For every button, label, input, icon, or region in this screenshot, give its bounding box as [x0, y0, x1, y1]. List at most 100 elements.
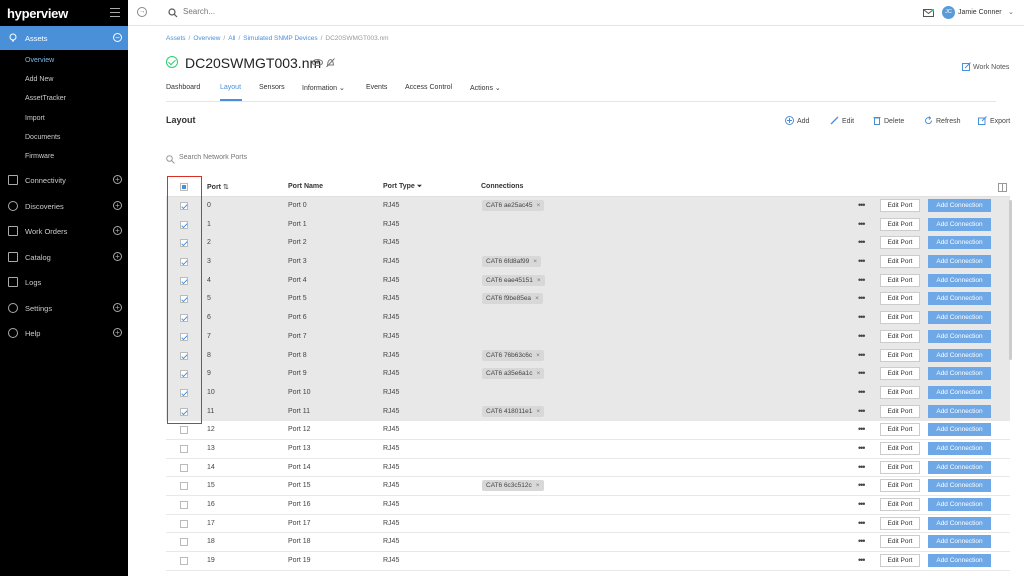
edit-port-button[interactable]: Edit Port — [880, 516, 920, 530]
table-row[interactable]: 4 Port 4 RJ45 CAT6 eae45151 × ••• Edit Port Add… — [166, 271, 1010, 291]
sidebar-subitem-import[interactable]: Import — [25, 115, 45, 122]
more-options-icon[interactable]: ••• — [858, 293, 866, 303]
table-row[interactable]: 15 Port 15 RJ45 CAT6 6c3c512c × ••• Edit Port A… — [166, 477, 1010, 496]
connection-tag[interactable]: CAT6 f9be85ea × — [482, 293, 543, 305]
more-options-icon[interactable]: ••• — [858, 387, 866, 397]
connection-tag[interactable]: CAT6 ae25ac45 × — [482, 200, 545, 211]
more-options-icon[interactable]: ••• — [858, 200, 866, 210]
collapse-icon[interactable]: − — [113, 33, 122, 42]
table-row[interactable]: 13 Port 13 RJ45 ••• Edit Port Add Connection — [166, 440, 1010, 459]
more-options-icon[interactable]: ••• — [858, 256, 866, 266]
tab-dashboard[interactable]: Dashboard — [166, 84, 200, 91]
connection-tag[interactable]: CAT6 a35e6a1c × — [482, 368, 545, 380]
sidebar-subitem-add-new[interactable]: Add New — [25, 76, 53, 83]
table-row[interactable]: 14 Port 14 RJ45 ••• Edit Port Add Connection — [166, 459, 1010, 478]
more-options-icon[interactable]: ••• — [858, 424, 866, 434]
column-header-port[interactable]: Port ⇅ — [207, 183, 229, 191]
breadcrumb-item[interactable]: All — [228, 35, 235, 42]
more-options-icon[interactable]: ••• — [858, 275, 866, 285]
sidebar-subitem-overview[interactable]: Overview — [25, 57, 54, 64]
more-options-icon[interactable]: ••• — [858, 443, 866, 453]
edit-port-button[interactable]: Edit Port — [880, 217, 920, 231]
table-row[interactable]: 19 Port 19 RJ45 ••• Edit Port Add Connection — [166, 552, 1010, 571]
edit-port-button[interactable]: Edit Port — [880, 329, 920, 343]
edit-port-button[interactable]: Edit Port — [880, 535, 920, 549]
row-checkbox[interactable] — [180, 463, 188, 472]
tab-events[interactable]: Events — [366, 84, 387, 91]
refresh-button[interactable]: Refresh — [924, 116, 961, 125]
tab-layout[interactable]: Layout — [220, 84, 241, 91]
tab-sensors[interactable]: Sensors — [259, 84, 285, 91]
row-checkbox[interactable] — [180, 519, 188, 528]
remove-connection-icon[interactable]: × — [536, 482, 540, 489]
add-connection-button[interactable]: Add Connection — [928, 516, 991, 530]
table-row[interactable]: 5 Port 5 RJ45 CAT6 f9be85ea × ••• Edit Port Add… — [166, 290, 1010, 310]
add-connection-button[interactable]: Add Connection — [928, 292, 991, 306]
chevron-down-icon[interactable]: ⌄ — [1008, 8, 1014, 16]
table-row[interactable]: 10 Port 10 RJ45 ••• Edit Port Add Connection — [166, 383, 1010, 403]
more-options-icon[interactable]: ••• — [858, 462, 866, 472]
row-checkbox[interactable] — [180, 444, 188, 453]
work-notes-button[interactable]: Work Notes — [962, 62, 1009, 71]
add-connection-button[interactable]: Add Connection — [928, 385, 991, 399]
avatar[interactable]: JC — [942, 6, 955, 19]
remove-connection-icon[interactable]: × — [533, 258, 537, 265]
add-connection-button[interactable]: Add Connection — [928, 423, 991, 437]
table-row[interactable]: 6 Port 6 RJ45 ••• Edit Port Add Connection — [166, 309, 1010, 328]
edit-port-button[interactable]: Edit Port — [880, 423, 920, 437]
edit-port-button[interactable]: Edit Port — [880, 404, 920, 418]
expand-icon[interactable]: + — [113, 251, 122, 261]
sidebar-item-work-orders[interactable]: Work Orders + — [0, 219, 128, 243]
row-checkbox[interactable] — [180, 482, 188, 491]
sort-icon[interactable]: ⇅ — [223, 184, 229, 191]
more-options-icon[interactable]: ••• — [858, 480, 866, 490]
columns-icon[interactable] — [998, 183, 1007, 192]
expand-icon[interactable]: + — [113, 328, 122, 337]
remove-connection-icon[interactable]: × — [535, 295, 539, 302]
breadcrumb-item[interactable]: Overview — [193, 35, 220, 42]
edit-port-button[interactable]: Edit Port — [880, 460, 920, 474]
table-row[interactable]: 2 Port 2 RJ45 ••• Edit Port Add Connection — [166, 234, 1010, 254]
mail-icon[interactable] — [923, 9, 934, 17]
port-search-input[interactable] — [179, 154, 379, 161]
more-options-icon[interactable]: ••• — [858, 368, 866, 378]
add-connection-button[interactable]: Add Connection — [928, 255, 991, 269]
table-row[interactable]: 12 Port 12 RJ45 ••• Edit Port Add Connection — [166, 421, 1010, 440]
remove-connection-icon[interactable]: × — [537, 277, 541, 284]
add-button[interactable]: Add — [785, 116, 809, 125]
delete-button[interactable]: Delete — [873, 116, 904, 125]
tab-actions[interactable]: Actions ⌄ — [470, 84, 501, 92]
table-row[interactable]: 17 Port 17 RJ45 ••• Edit Port Add Connection — [166, 515, 1010, 534]
search-input[interactable] — [183, 7, 383, 16]
sidebar-item-connectivity[interactable]: Connectivity + — [0, 168, 128, 192]
edit-port-button[interactable]: Edit Port — [880, 498, 920, 511]
more-options-icon[interactable]: ••• — [858, 350, 866, 360]
table-row[interactable]: 9 Port 9 RJ45 CAT6 a35e6a1c × ••• Edit Port Add… — [166, 365, 1010, 384]
more-options-icon[interactable]: ••• — [858, 312, 866, 322]
edit-port-button[interactable]: Edit Port — [880, 479, 920, 493]
add-connection-button[interactable]: Add Connection — [928, 217, 991, 231]
row-checkbox[interactable] — [180, 426, 188, 435]
row-checkbox[interactable] — [180, 501, 188, 509]
edit-port-button[interactable]: Edit Port — [880, 441, 920, 455]
add-connection-button[interactable]: Add Connection — [928, 311, 991, 325]
add-connection-button[interactable]: Add Connection — [928, 367, 991, 381]
remove-connection-icon[interactable]: × — [537, 202, 541, 209]
edit-port-button[interactable]: Edit Port — [880, 255, 920, 269]
edit-port-button[interactable]: Edit Port — [880, 554, 920, 568]
edit-port-button[interactable]: Edit Port — [880, 385, 920, 399]
breadcrumb-item[interactable]: Simulated SNMP Devices — [243, 35, 317, 42]
edit-port-button[interactable]: Edit Port — [880, 236, 920, 250]
edit-port-button[interactable]: Edit Port — [880, 367, 920, 381]
table-row[interactable]: 1 Port 1 RJ45 ••• Edit Port Add Connection — [166, 215, 1010, 235]
table-row[interactable]: 8 Port 8 RJ45 CAT6 76b63c6c × ••• Edit Port Add… — [166, 346, 1010, 366]
expand-icon[interactable]: + — [113, 302, 122, 312]
column-header-port-type[interactable]: Port Type ⏷ — [383, 183, 422, 191]
user-name[interactable]: Jamie Conner — [958, 9, 1002, 16]
connection-tag[interactable]: CAT6 6fd8af99 × — [482, 256, 542, 268]
edit-port-button[interactable]: Edit Port — [880, 292, 920, 306]
sidebar-item-help[interactable]: Help + — [0, 321, 128, 345]
edit-button[interactable]: Edit — [830, 116, 854, 125]
table-row[interactable]: 11 Port 11 RJ45 CAT6 418011e1 × ••• Edit Port A… — [166, 402, 1010, 422]
edit-port-button[interactable]: Edit Port — [880, 311, 920, 325]
